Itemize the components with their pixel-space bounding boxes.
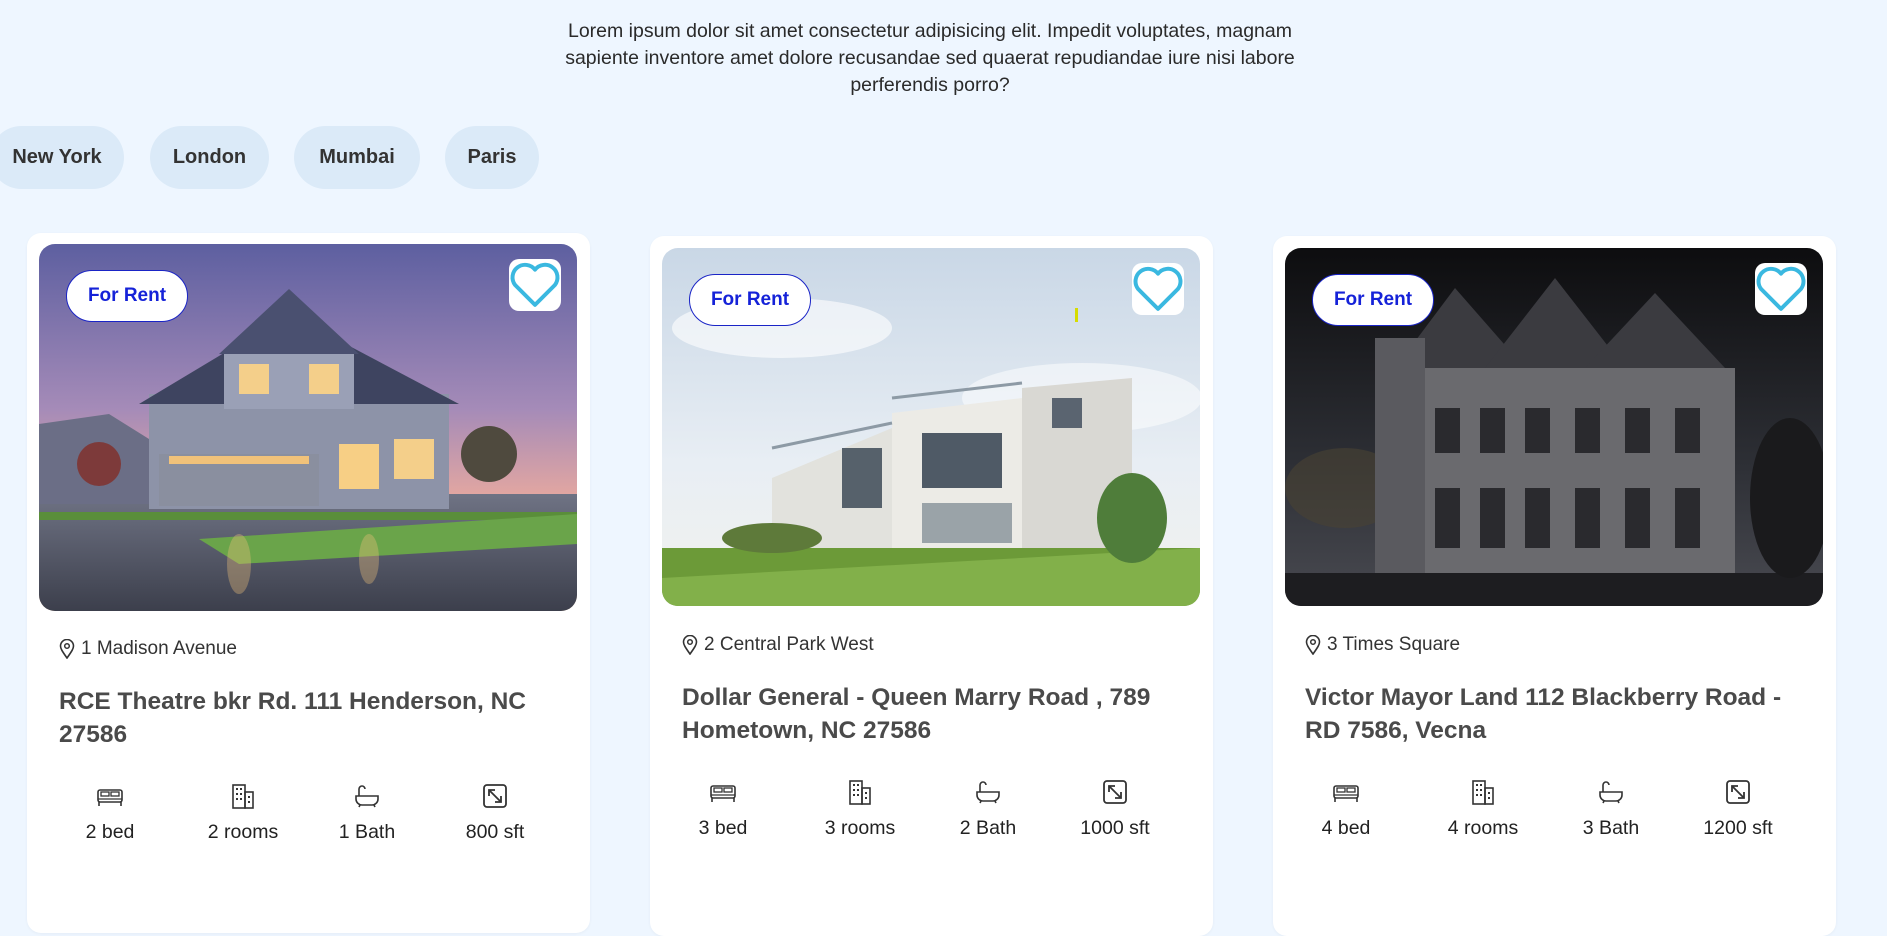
feature-baths: 2 Bath [953, 776, 1023, 840]
favorite-button[interactable] [1755, 263, 1807, 315]
feature-label: 1 Bath [338, 821, 396, 843]
bed-icon [97, 789, 123, 806]
feature-area: 800 sft [455, 780, 535, 844]
building-icon [232, 784, 254, 809]
favorite-button[interactable] [1132, 263, 1184, 315]
property-address: 3 Times Square [1305, 634, 1460, 656]
feature-beds: 2 bed [75, 780, 145, 844]
building-icon [849, 780, 871, 805]
property-card[interactable]: For Rent 3 Times Square Victor Mayor Lan… [1273, 236, 1836, 936]
feature-label: 800 sft [465, 821, 525, 843]
bathtub-icon [355, 785, 379, 808]
intro-text: Lorem ipsum dolor sit amet consectetur a… [565, 20, 1295, 96]
favorite-button[interactable] [509, 259, 561, 311]
location-pin-icon [59, 639, 75, 659]
feature-beds: 4 bed [1311, 776, 1381, 840]
feature-rooms: 4 rooms [1443, 776, 1523, 840]
bed-icon [1333, 785, 1359, 802]
property-photo: For Rent [1285, 248, 1823, 606]
feature-label: 4 bed [1321, 817, 1371, 839]
address-text: 1 Madison Avenue [81, 638, 237, 659]
property-card[interactable]: For Rent 2 Central Park West Dollar Gene… [650, 236, 1213, 936]
heart-icon [1756, 266, 1806, 311]
city-chip-new-york[interactable]: New York [0, 126, 124, 189]
property-title[interactable]: Dollar General - Queen Marry Road , 789 … [682, 681, 1182, 747]
feature-area: 1000 sft [1070, 776, 1160, 840]
feature-label: 3 Bath [1582, 817, 1640, 839]
property-card[interactable]: For Rent 1 Madison Avenue RCE Theatre bk… [27, 233, 590, 933]
area-icon [1103, 780, 1127, 804]
feature-beds: 3 bed [688, 776, 758, 840]
location-pin-icon [682, 635, 698, 655]
property-address: 1 Madison Avenue [59, 638, 237, 660]
bathtub-icon [976, 781, 1000, 804]
property-address: 2 Central Park West [682, 634, 874, 656]
feature-label: 3 bed [698, 817, 748, 839]
city-chip-london[interactable]: London [150, 126, 269, 189]
bed-icon [710, 785, 736, 802]
building-icon [1472, 780, 1494, 805]
city-chip-mumbai[interactable]: Mumbai [294, 126, 420, 189]
feature-area: 1200 sft [1693, 776, 1783, 840]
feature-label: 1200 sft [1703, 817, 1773, 839]
feature-rooms: 3 rooms [820, 776, 900, 840]
for-rent-badge: For Rent [66, 270, 188, 322]
property-photo: For Rent [39, 244, 577, 611]
address-text: 3 Times Square [1327, 634, 1461, 655]
for-rent-badge: For Rent [1312, 274, 1434, 326]
area-icon [1726, 780, 1750, 804]
area-icon [483, 784, 507, 808]
feature-label: 2 rooms [207, 821, 279, 843]
feature-rooms: 2 rooms [203, 780, 283, 844]
city-chip-paris[interactable]: Paris [445, 126, 539, 189]
feature-label: 4 rooms [1447, 817, 1519, 839]
for-rent-badge: For Rent [689, 274, 811, 326]
feature-baths: 3 Bath [1576, 776, 1646, 840]
feature-label: 3 rooms [824, 817, 896, 839]
heart-icon [510, 262, 560, 307]
bathtub-icon [1599, 781, 1623, 804]
property-title[interactable]: RCE Theatre bkr Rd. 111 Henderson, NC 27… [59, 685, 559, 751]
feature-label: 2 bed [85, 821, 135, 843]
feature-label: 1000 sft [1080, 817, 1150, 839]
property-photo: For Rent [662, 248, 1200, 606]
feature-baths: 1 Bath [332, 780, 402, 844]
heart-icon [1133, 266, 1183, 311]
property-title[interactable]: Victor Mayor Land 112 Blackberry Road - … [1305, 681, 1805, 747]
feature-label: 2 Bath [959, 817, 1017, 839]
location-pin-icon [1305, 635, 1321, 655]
address-text: 2 Central Park West [704, 634, 874, 655]
